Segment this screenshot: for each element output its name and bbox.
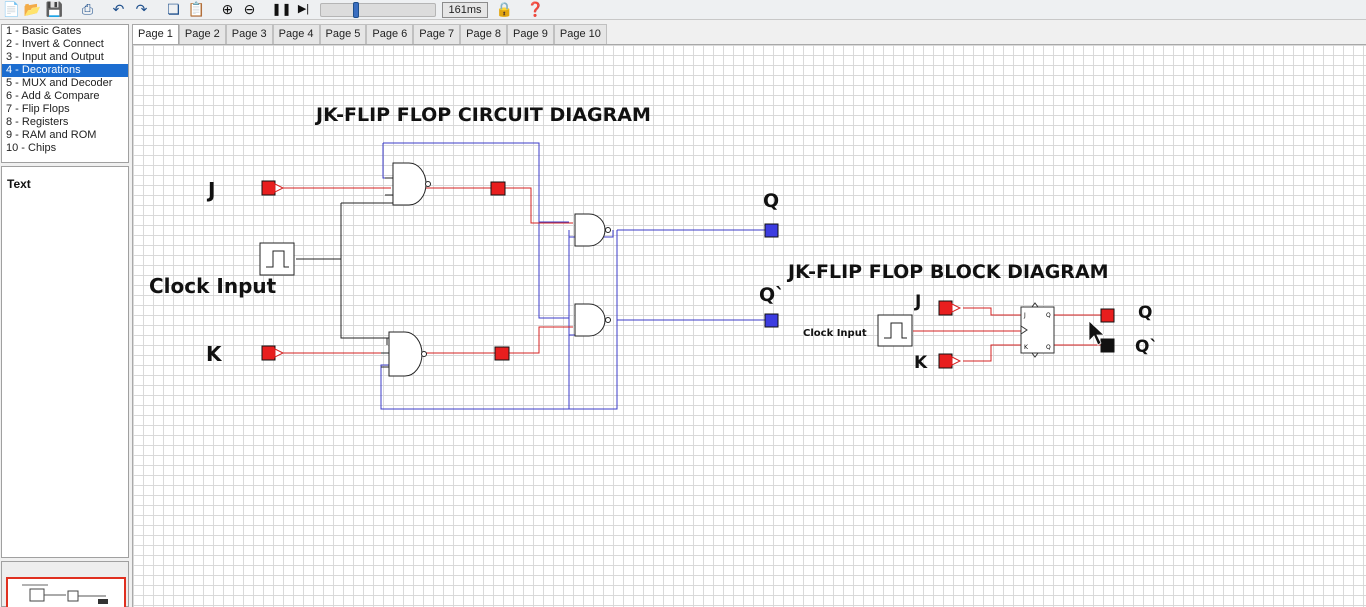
block-wires-active (913, 307, 1101, 362)
block-input-k[interactable] (938, 353, 962, 369)
list-item-ram-rom[interactable]: 9 - RAM and ROM (2, 129, 128, 142)
block-label-clock-input: Clock Input (803, 328, 867, 339)
print-icon[interactable]: ⎙ (79, 1, 96, 18)
block-label-q-bar: Q` (1135, 337, 1158, 357)
zoom-out-icon[interactable]: ⊖ (241, 1, 258, 18)
label-q: Q (763, 190, 779, 212)
list-item-basic-gates[interactable]: 1 - Basic Gates (2, 25, 128, 38)
label-j: J (206, 178, 215, 202)
pause-icon[interactable]: ❚❚ (271, 1, 291, 18)
navigator-viewport[interactable] (6, 577, 126, 607)
input-k[interactable] (261, 345, 285, 361)
speed-value: 161ms (442, 2, 488, 18)
jk-flip-flop-block[interactable]: J K Q Q (1020, 302, 1055, 358)
toolbar: 📄 📂 💾 ⎙ ↶ ↷ ❏ 📋 ⊕ ⊖ ❚❚ ▶| 161ms 🔒 ❓ (0, 0, 1366, 20)
logic-simulator-window: 📄 📂 💾 ⎙ ↶ ↷ ❏ 📋 ⊕ ⊖ ❚❚ ▶| 161ms 🔒 ❓ 1 - … (0, 0, 1366, 607)
block-output-q-bar[interactable] (1100, 338, 1115, 353)
list-item-mux-decoder[interactable]: 5 - MUX and Decoder (2, 77, 128, 90)
block-label-q: Q (1138, 303, 1152, 323)
ff-pin-q-bar: Q (1046, 344, 1051, 351)
zoom-in-icon[interactable]: ⊕ (219, 1, 236, 18)
open-icon[interactable]: 📂 (24, 1, 41, 18)
speed-slider-thumb[interactable] (353, 2, 359, 18)
list-item-add-compare[interactable]: 6 - Add & Compare (2, 90, 128, 103)
label-q-bar: Q` (759, 284, 785, 306)
label-clock-input: Clock Input (149, 274, 277, 298)
tab-page-6[interactable]: Page 6 (366, 24, 414, 44)
tab-page-10[interactable]: Page 10 (553, 24, 607, 44)
new-icon[interactable]: 📄 (3, 1, 20, 18)
tab-page-3[interactable]: Page 3 (225, 24, 273, 44)
input-j[interactable] (261, 180, 285, 196)
output-q-bar[interactable] (764, 313, 779, 328)
probe-k[interactable] (494, 346, 510, 361)
list-item-registers[interactable]: 8 - Registers (2, 116, 128, 129)
block-clock-generator[interactable] (877, 314, 913, 347)
list-item-chips[interactable]: 10 - Chips (2, 142, 128, 155)
block-label-j: J (914, 292, 921, 312)
tab-page-8[interactable]: Page 8 (460, 24, 507, 44)
list-item-invert-connect[interactable]: 2 - Invert & Connect (2, 38, 128, 51)
list-item-decorations[interactable]: 4 - Decorations (2, 64, 128, 77)
page-tabs: Page 1 Page 2 Page 3 Page 4 Page 5 Page … (132, 24, 607, 44)
tab-page-5[interactable]: Page 5 (319, 24, 367, 44)
output-q[interactable] (764, 223, 779, 238)
circuit-canvas[interactable]: JK-FLIP FLOP CIRCUIT DIAGRAM JK-FLIP FLO… (132, 44, 1366, 607)
page-list: 1 - Basic Gates 2 - Invert & Connect 3 -… (1, 24, 129, 163)
undo-icon[interactable]: ↶ (110, 1, 127, 18)
lock-icon[interactable]: 🔒 (496, 1, 513, 18)
block-label-k: K (914, 353, 928, 373)
nand-gate-k[interactable] (381, 331, 427, 377)
help-icon[interactable]: ❓ (527, 1, 544, 18)
properties-panel: Text (1, 166, 129, 558)
speed-slider[interactable] (320, 2, 436, 18)
list-item-flip-flops[interactable]: 7 - Flip Flops (2, 103, 128, 116)
probe-j[interactable] (490, 181, 506, 196)
navigator-thumbnail (22, 584, 108, 604)
tab-page-4[interactable]: Page 4 (272, 24, 320, 44)
active-wires (279, 187, 573, 354)
block-output-q[interactable] (1100, 308, 1115, 323)
ff-pin-q: Q (1046, 312, 1051, 319)
tab-page-9[interactable]: Page 9 (507, 24, 554, 44)
tab-page-7[interactable]: Page 7 (413, 24, 461, 44)
block-input-j[interactable] (938, 300, 962, 316)
block-diagram-title: JK-FLIP FLOP BLOCK DIAGRAM (786, 261, 1109, 283)
circuit-drawing: JK-FLIP FLOP CIRCUIT DIAGRAM JK-FLIP FLO… (149, 104, 1158, 410)
paste-icon[interactable]: 📋 (188, 1, 205, 18)
label-k: K (206, 342, 223, 366)
tab-page-2[interactable]: Page 2 (178, 24, 226, 44)
nand-gate-latch-q[interactable] (574, 213, 611, 247)
nand-gate-latch-qbar[interactable] (574, 303, 611, 337)
list-item-input-output[interactable]: 3 - Input and Output (2, 51, 128, 64)
step-icon[interactable]: ▶| (295, 1, 312, 18)
copy-icon[interactable]: ❏ (165, 1, 182, 18)
clock-generator[interactable] (259, 242, 295, 276)
navigator-panel (1, 561, 129, 607)
redo-icon[interactable]: ↷ (133, 1, 150, 18)
feedback-wires (380, 142, 771, 410)
ff-pin-j: J (1023, 312, 1026, 319)
properties-title: Text (7, 177, 31, 191)
tab-page-1[interactable]: Page 1 (132, 24, 179, 44)
save-icon[interactable]: 💾 (46, 1, 63, 18)
clock-wires (296, 202, 391, 345)
circuit-diagram-title: JK-FLIP FLOP CIRCUIT DIAGRAM (314, 104, 651, 126)
nand-gate-j[interactable] (385, 162, 431, 206)
